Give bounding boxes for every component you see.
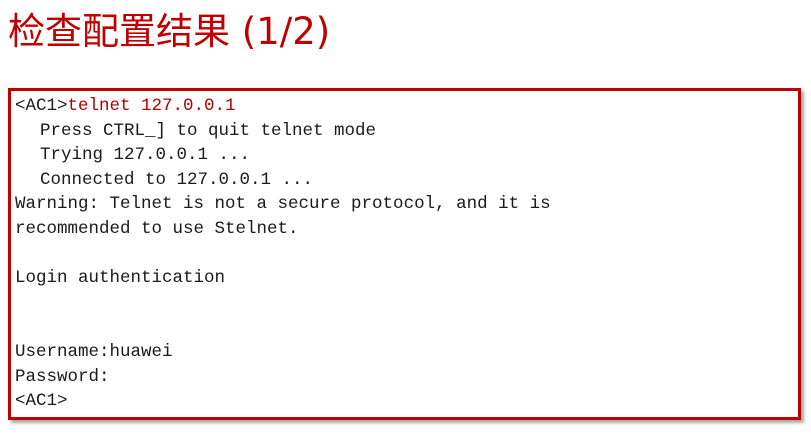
- console-login-line: Login authentication: [15, 268, 226, 289]
- console-trying-line: Trying 127.0.0.1 ...: [40, 145, 251, 166]
- console-prompt-line: <AC1>: [15, 391, 68, 412]
- console-warning-line-2: recommended to use Stelnet.: [15, 218, 299, 239]
- console-prompt: <AC1>: [15, 96, 68, 116]
- page-title: 检查配置结果 (1/2): [8, 10, 331, 53]
- slide: 检查配置结果 (1/2) <AC1>telnet 127.0.0.1 Press…: [0, 0, 811, 436]
- console-command-line: <AC1>telnet 127.0.0.1: [15, 94, 551, 119]
- console-username-line: Username:huawei: [15, 341, 173, 362]
- console-press-line: Press CTRL_] to quit telnet mode: [40, 120, 377, 141]
- console-output-box: <AC1>telnet 127.0.0.1 Press CTRL_] to qu…: [8, 88, 801, 420]
- console-text: <AC1>telnet 127.0.0.1 Press CTRL_] to qu…: [15, 94, 551, 414]
- console-password-line: Password:: [15, 366, 110, 387]
- console-connected-line: Connected to 127.0.0.1 ...: [40, 169, 314, 190]
- console-command: telnet 127.0.0.1: [67, 96, 236, 116]
- console-warning-line-1: Warning: Telnet is not a secure protocol…: [15, 194, 551, 215]
